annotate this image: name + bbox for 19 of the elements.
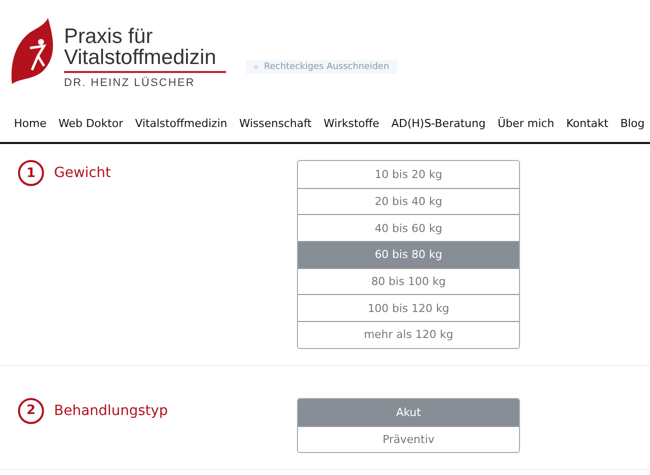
step-number: 1 — [18, 160, 44, 186]
nav-link[interactable]: Blog — [620, 117, 645, 130]
nav-link[interactable]: Web Doktor — [58, 117, 124, 130]
nav-link[interactable]: Kontakt — [566, 117, 608, 130]
nav-link[interactable]: Über mich — [498, 117, 554, 130]
option-button[interactable]: mehr als 120 kg — [298, 321, 519, 348]
question-label: Gewicht — [54, 165, 111, 181]
nav-link[interactable]: Home — [14, 117, 46, 130]
logo-title: Vitalstoffmedizin — [64, 47, 218, 68]
option-button[interactable]: Präventiv — [298, 426, 519, 452]
nav-link[interactable]: Vitalstoffmedizin — [135, 117, 228, 130]
question-label: Behandlungstyp — [54, 402, 168, 419]
logo-subtitle: DR. HEINZ LÜSCHER — [64, 77, 196, 89]
tooltip: Rechteckiges Ausschneiden — [246, 60, 398, 74]
logo-title: Praxis für — [64, 26, 154, 47]
nav-link[interactable]: AD(H)S-Beratung — [391, 117, 486, 130]
step-number: 2 — [18, 398, 44, 424]
nav-link[interactable]: Wissenschaft — [239, 117, 312, 130]
nav-link[interactable]: Wirkstoffe — [324, 117, 380, 130]
